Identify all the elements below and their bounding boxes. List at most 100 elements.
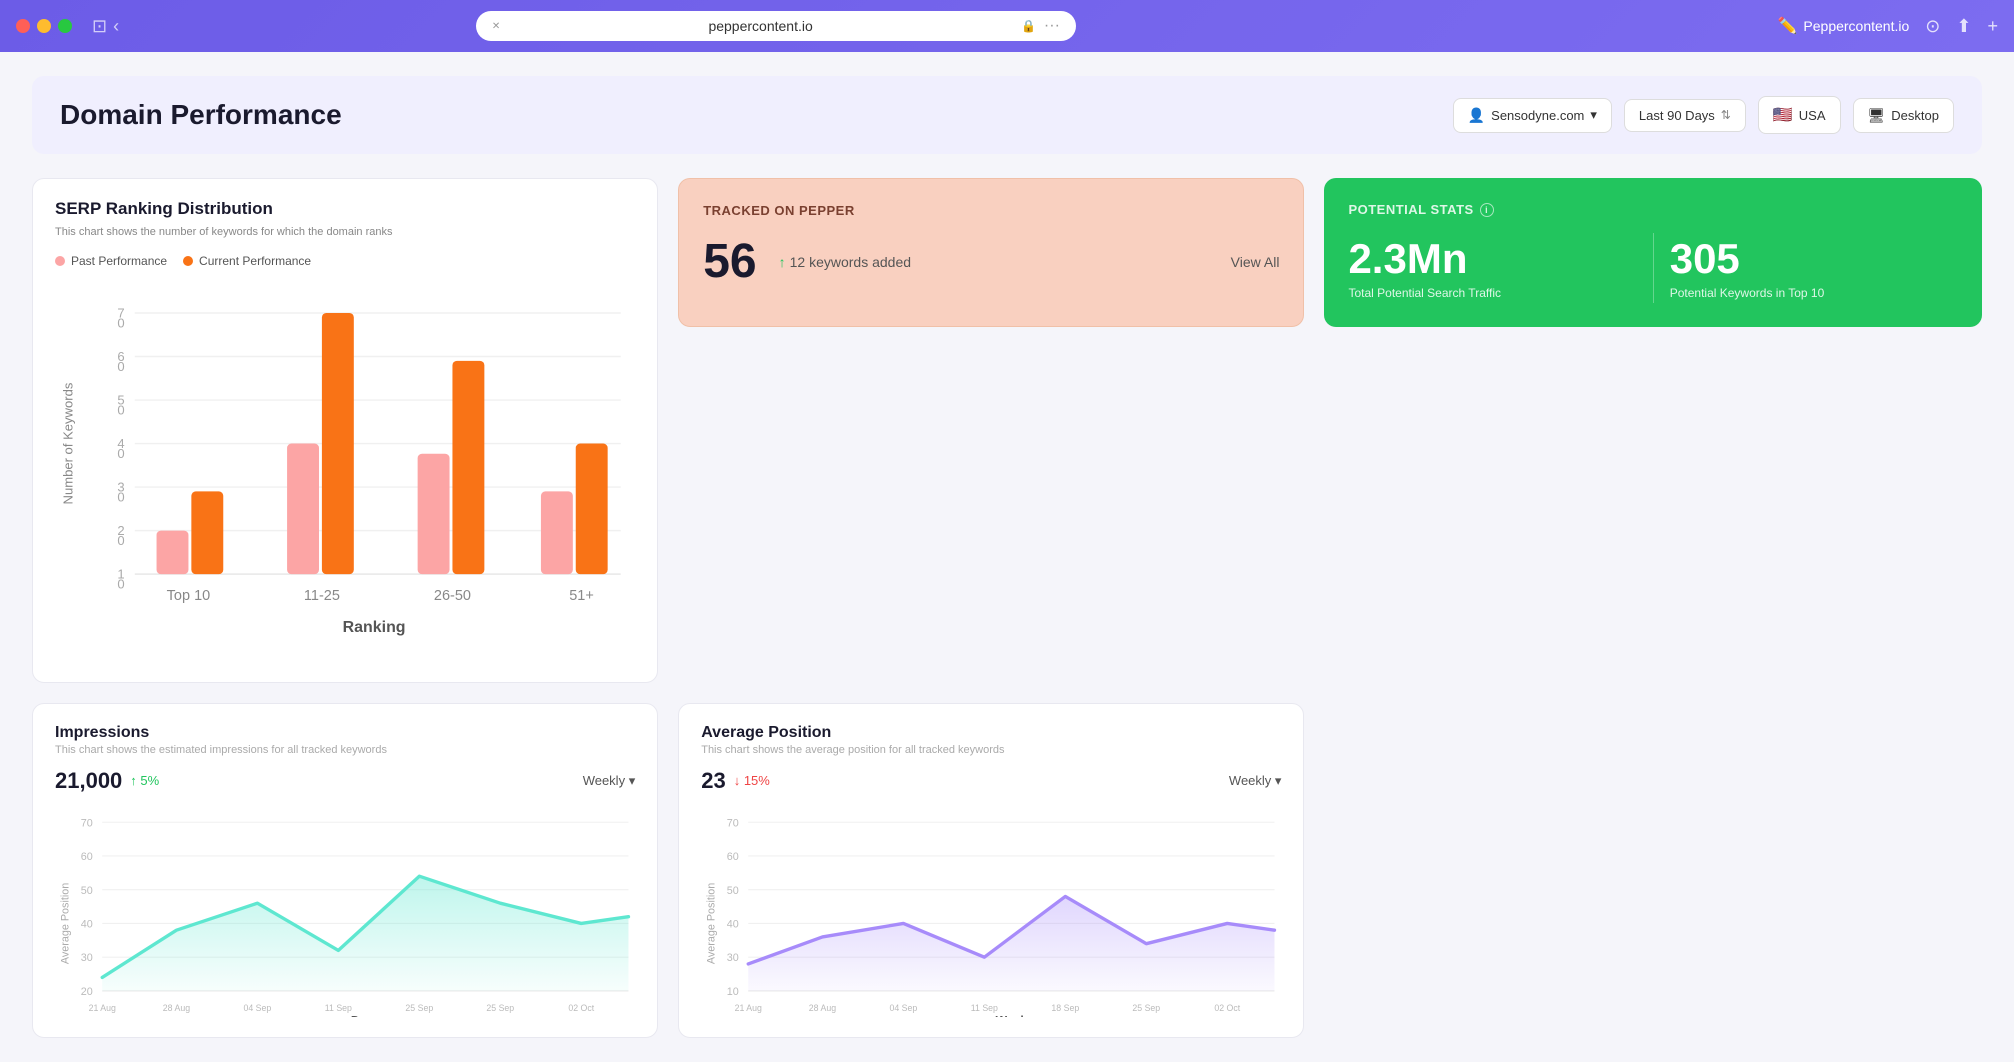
current-performance-dot bbox=[183, 256, 193, 266]
address-bar[interactable]: ✕ peppercontent.io 🔒 ··· bbox=[476, 11, 1076, 41]
chevron-down-icon: ▾ bbox=[1590, 107, 1597, 123]
lock-icon: 🔒 bbox=[1021, 19, 1036, 33]
impressions-line-chart: 70 60 50 40 30 20 Average Position bbox=[55, 802, 635, 1018]
desktop-icon: 🖥 bbox=[1868, 107, 1886, 124]
svg-text:10: 10 bbox=[727, 985, 739, 997]
pencil-icon: ✏️ bbox=[1777, 16, 1797, 36]
download-button[interactable]: ⊙ bbox=[1925, 16, 1940, 37]
share-button[interactable]: ⬆ bbox=[1956, 16, 1971, 37]
svg-text:50: 50 bbox=[81, 884, 93, 896]
current-performance-label: Current Performance bbox=[199, 254, 311, 268]
tab-close-icon: ✕ bbox=[492, 21, 500, 32]
device-selector-button[interactable]: 🖥 Desktop bbox=[1853, 98, 1954, 133]
traffic-stat-block: 2.3Mn Total Potential Search Traffic bbox=[1348, 236, 1652, 300]
svg-text:20: 20 bbox=[81, 985, 93, 997]
svg-text:28 Aug: 28 Aug bbox=[809, 1003, 836, 1013]
avg-position-pct: ↓ 15% bbox=[734, 773, 770, 788]
past-performance-dot bbox=[55, 256, 65, 266]
serp-bar-chart: 7 0 6 0 5 0 4 0 3 0 2 0 1 0 Number of Ke… bbox=[55, 284, 635, 661]
tracked-count-row: 56 ↑ 12 keywords added View All bbox=[703, 234, 1279, 289]
bar-top10-current bbox=[191, 492, 223, 575]
bar-2650-current bbox=[452, 361, 484, 574]
potential-stats-grid: 2.3Mn Total Potential Search Traffic 305… bbox=[1348, 233, 1958, 303]
svg-text:21 Aug: 21 Aug bbox=[735, 1003, 762, 1013]
svg-text:50: 50 bbox=[727, 884, 739, 896]
tracked-added: ↑ 12 keywords added bbox=[779, 254, 911, 270]
svg-text:25 Sep: 25 Sep bbox=[486, 1003, 514, 1013]
svg-text:Average Position: Average Position bbox=[59, 882, 71, 963]
svg-text:11 Sep: 11 Sep bbox=[971, 1003, 998, 1013]
view-all-button[interactable]: View All bbox=[1231, 254, 1280, 270]
svg-text:0: 0 bbox=[117, 359, 124, 374]
country-label: USA bbox=[1799, 108, 1826, 123]
tracked-on-pepper-card: TRACKED ON PEPPER 56 ↑ 12 keywords added… bbox=[678, 178, 1304, 327]
svg-text:70: 70 bbox=[727, 817, 739, 829]
fullscreen-traffic-light[interactable] bbox=[58, 19, 72, 33]
svg-text:Number of Keywords: Number of Keywords bbox=[60, 383, 75, 505]
serp-legend: Past Performance Current Performance bbox=[55, 254, 635, 268]
bar-51plus-current bbox=[576, 444, 608, 575]
svg-text:Top 10: Top 10 bbox=[167, 589, 211, 605]
svg-text:60: 60 bbox=[81, 851, 93, 863]
back-button[interactable]: ‹ bbox=[113, 16, 119, 37]
svg-text:0: 0 bbox=[117, 577, 124, 592]
date-range-button[interactable]: Last 90 Days ⇅ bbox=[1624, 99, 1746, 132]
svg-text:51+: 51+ bbox=[569, 589, 594, 605]
svg-text:28 Aug: 28 Aug bbox=[163, 1003, 190, 1013]
svg-text:60: 60 bbox=[727, 851, 739, 863]
browser-right-controls: ✏️ Peppercontent.io ⊙ ⬆ + bbox=[1777, 16, 1997, 37]
svg-text:0: 0 bbox=[117, 533, 124, 548]
serp-desc: This chart shows the number of keywords … bbox=[55, 225, 635, 240]
svg-text:30: 30 bbox=[727, 952, 739, 964]
impressions-header: Impressions This chart shows the estimat… bbox=[55, 724, 635, 764]
date-range-label: Last 90 Days bbox=[1639, 108, 1715, 123]
more-options-icon[interactable]: ··· bbox=[1044, 17, 1060, 35]
browser-action-icons: ⊙ ⬆ + bbox=[1925, 16, 1998, 37]
svg-text:18 Sep: 18 Sep bbox=[1052, 1003, 1080, 1013]
bar-top10-past bbox=[157, 531, 189, 575]
impressions-frequency-button[interactable]: Weekly ▾ bbox=[583, 773, 636, 789]
svg-text:11-25: 11-25 bbox=[304, 589, 340, 605]
device-label: Desktop bbox=[1891, 108, 1939, 123]
domain-selector-label: Sensodyne.com bbox=[1491, 108, 1584, 123]
svg-text:40: 40 bbox=[81, 918, 93, 930]
traffic-number: 2.3Mn bbox=[1348, 236, 1636, 282]
tracked-label: TRACKED ON PEPPER bbox=[703, 203, 1279, 218]
keywords-stat-block: 305 Potential Keywords in Top 10 bbox=[1654, 236, 1958, 300]
close-traffic-light[interactable] bbox=[16, 19, 30, 33]
country-selector-button[interactable]: 🇺🇸 USA bbox=[1758, 96, 1841, 134]
impressions-desc: This chart shows the estimated impressio… bbox=[55, 744, 387, 756]
svg-text:25 Sep: 25 Sep bbox=[405, 1003, 433, 1013]
svg-text:0: 0 bbox=[117, 403, 124, 418]
browser-chrome: ⊡ ‹ ✕ peppercontent.io 🔒 ··· ✏️ Pepperco… bbox=[0, 0, 2014, 52]
svg-text:0: 0 bbox=[117, 490, 124, 505]
avg-position-line-chart: 70 60 50 40 30 10 Average Position bbox=[701, 802, 1281, 1018]
svg-text:Average Position: Average Position bbox=[706, 882, 718, 963]
bar-51plus-past bbox=[541, 492, 573, 575]
impressions-value-row: 21,000 ↑ 5% Weekly ▾ bbox=[55, 768, 635, 794]
browser-navigation: ⊡ ‹ bbox=[92, 16, 119, 37]
svg-text:02 Oct: 02 Oct bbox=[1215, 1003, 1241, 1013]
sidebar-toggle-button[interactable]: ⊡ bbox=[92, 16, 107, 37]
keywords-added-text: 12 keywords added bbox=[790, 254, 911, 270]
minimize-traffic-light[interactable] bbox=[37, 19, 51, 33]
page-title: Domain Performance bbox=[60, 99, 342, 131]
svg-text:04 Sep: 04 Sep bbox=[890, 1003, 918, 1013]
svg-text:21 Aug: 21 Aug bbox=[89, 1003, 116, 1013]
svg-text:04 Sep: 04 Sep bbox=[244, 1003, 272, 1013]
dashboard-grid-bottom: Impressions This chart shows the estimat… bbox=[32, 703, 1982, 1039]
domain-selector-button[interactable]: 👤 Sensodyne.com ▾ bbox=[1453, 98, 1612, 133]
avg-position-value-row: 23 ↓ 15% Weekly ▾ bbox=[701, 768, 1281, 794]
avg-position-card: Average Position This chart shows the av… bbox=[678, 703, 1304, 1039]
new-tab-button[interactable]: + bbox=[1987, 16, 1998, 37]
traffic-lights bbox=[16, 19, 72, 33]
tab-title: Peppercontent.io bbox=[1803, 18, 1909, 34]
svg-text:02 Oct: 02 Oct bbox=[568, 1003, 594, 1013]
svg-text:26-50: 26-50 bbox=[434, 589, 471, 605]
flag-icon: 🇺🇸 bbox=[1773, 105, 1793, 125]
bar-1125-past bbox=[287, 444, 319, 575]
avg-position-frequency-button[interactable]: Weekly ▾ bbox=[1229, 773, 1282, 789]
svg-text:0: 0 bbox=[117, 446, 124, 461]
svg-text:0: 0 bbox=[117, 316, 124, 331]
impressions-title: Impressions bbox=[55, 724, 387, 742]
